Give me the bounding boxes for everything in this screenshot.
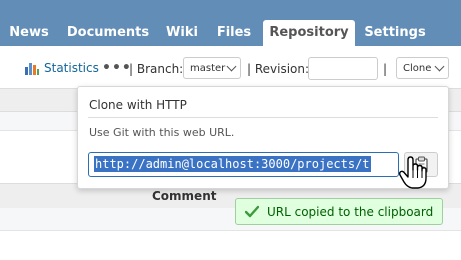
chevron-down-icon — [226, 61, 237, 72]
clone-url-text: http://admin@localhost:3000/projects/t — [94, 156, 371, 172]
clone-popup-title: Clone with HTTP — [89, 98, 187, 112]
tab-files[interactable]: Files — [212, 22, 256, 46]
clone-select-value: Clone — [403, 63, 432, 74]
tab-repository[interactable]: Repository — [263, 20, 355, 46]
revision-label: | Revision: — [247, 62, 310, 76]
statistics-link[interactable]: Statistics — [44, 61, 99, 75]
clone-popup-hint: Use Git with this web URL. — [89, 126, 235, 139]
branch-select[interactable]: master — [183, 57, 241, 79]
tab-wiki[interactable]: Wiki — [160, 22, 204, 46]
branch-label: | Branch: — [129, 62, 184, 76]
flash-notice: URL copied to the clipboard — [235, 198, 443, 225]
statistics-icon — [25, 63, 39, 75]
branch-select-value: master — [190, 63, 226, 74]
revision-input[interactable] — [308, 57, 378, 80]
tab-documents[interactable]: Documents — [62, 22, 154, 46]
clone-select[interactable]: Clone — [396, 57, 449, 79]
tab-settings[interactable]: Settings — [362, 22, 428, 46]
toolbar-separator: | — [383, 62, 388, 76]
flash-message: URL copied to the clipboard — [267, 205, 434, 219]
chevron-down-icon — [434, 61, 445, 72]
comment-column-header: Comment — [152, 189, 217, 203]
more-actions-icon[interactable]: ••• — [102, 60, 132, 76]
hand-pointer-icon — [398, 156, 427, 189]
check-icon — [245, 205, 259, 218]
divider — [88, 117, 438, 118]
tab-news[interactable]: News — [4, 22, 54, 46]
main-menu: News Documents Wiki Files Repository Set… — [0, 0, 461, 46]
clone-url-field[interactable]: http://admin@localhost:3000/projects/t — [88, 152, 399, 177]
clone-popup: Clone with HTTP Use Git with this web UR… — [77, 86, 449, 189]
